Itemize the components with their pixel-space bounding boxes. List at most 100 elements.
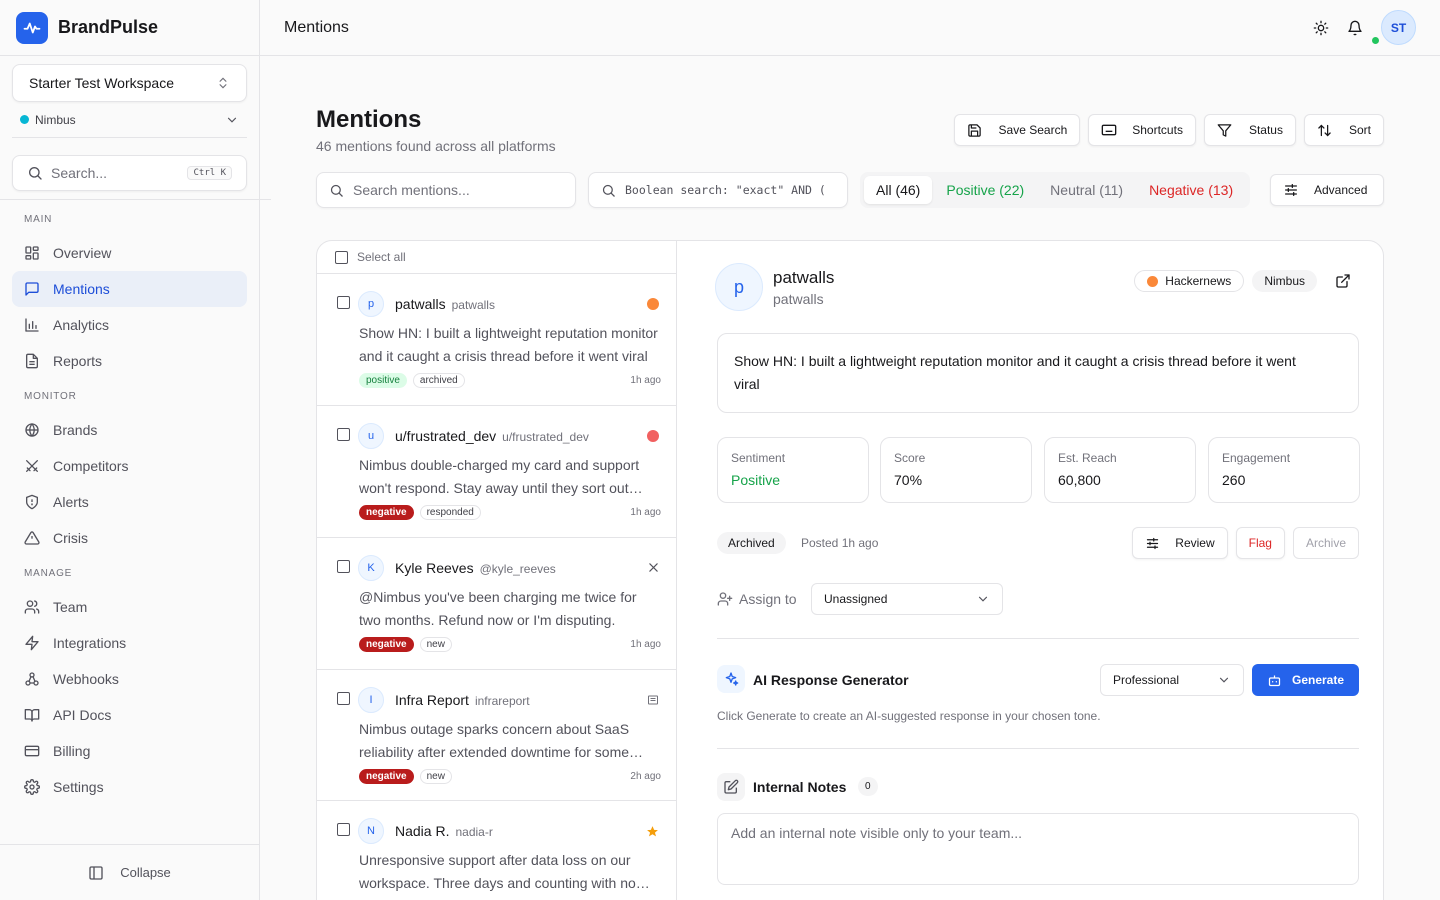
sidebar-item-analytics[interactable]: Analytics xyxy=(12,307,247,343)
sidebar-item-integrations[interactable]: Integrations xyxy=(12,625,247,661)
flag-button[interactable]: Flag xyxy=(1235,527,1285,559)
shortcuts-label: Shortcuts xyxy=(1132,123,1183,137)
sidebar-search-placeholder: Search... xyxy=(51,165,108,181)
tab-positive-label: Positive (22) xyxy=(946,182,1025,198)
sidebar-item-alerts[interactable]: Alerts xyxy=(12,484,247,520)
sentiment-badge: negative xyxy=(359,769,414,784)
stat-value: 70% xyxy=(894,472,923,488)
sidebar-item-settings[interactable]: Settings xyxy=(12,769,247,805)
list-item[interactable]: u u/frustrated_dev u/frustrated_dev Nimbu… xyxy=(317,406,677,538)
tab-neutral-label: Neutral (11) xyxy=(1050,182,1124,198)
gear-icon xyxy=(24,779,40,795)
select-all-checkbox[interactable] xyxy=(335,251,348,264)
page-subtitle: 46 mentions found across all platforms xyxy=(316,138,556,154)
sidebar-item-competitors[interactable]: Competitors xyxy=(12,448,247,484)
open-external-button[interactable] xyxy=(1335,273,1351,289)
generate-button[interactable]: Generate xyxy=(1252,664,1359,696)
sidebar-item-label: Alerts xyxy=(53,494,89,510)
advanced-filters-button[interactable]: Advanced xyxy=(1270,174,1384,206)
shortcuts-button[interactable]: Shortcuts xyxy=(1088,114,1196,146)
list-item[interactable]: N Nadia R. nadia-r Unresponsive support a… xyxy=(317,801,677,900)
tone-select[interactable]: Professional xyxy=(1100,664,1244,696)
sidebar-item-overview[interactable]: Overview xyxy=(12,235,247,271)
tone-value: Professional xyxy=(1113,673,1180,687)
theme-toggle-button[interactable] xyxy=(1313,20,1329,36)
mention-time: 1h ago xyxy=(630,639,661,650)
search-icon xyxy=(602,184,615,197)
posted-time: Posted 1h ago xyxy=(801,536,879,550)
review-button[interactable]: Review xyxy=(1132,527,1228,559)
ai-generator-title: AI Response Generator xyxy=(753,672,909,688)
sidebar-item-crisis[interactable]: Crisis xyxy=(12,520,247,556)
sort-button[interactable]: Sort xyxy=(1303,114,1384,146)
tab-all[interactable]: All (46) xyxy=(864,176,933,204)
sidebar: BrandPulse Starter Test Workspace Nimbus… xyxy=(0,0,271,900)
sliders-icon xyxy=(1285,184,1297,196)
stat-label: Score xyxy=(894,451,926,465)
sidebar-item-label: Settings xyxy=(53,779,104,795)
assign-label: Assign to xyxy=(739,591,797,607)
sidebar-item-label: Billing xyxy=(53,743,91,759)
advanced-label: Advanced xyxy=(1314,183,1368,197)
search-mentions-input[interactable]: Search mentions... xyxy=(316,172,576,208)
sidebar-item-billing[interactable]: Billing xyxy=(12,733,247,769)
item-checkbox[interactable] xyxy=(337,560,350,573)
stat-sentiment: Sentiment Positive xyxy=(717,437,869,503)
stat-score: Score 70% xyxy=(880,437,1032,503)
search-shortcut-badge: Ctrl K xyxy=(187,166,232,180)
notes-icon-wrap xyxy=(717,773,745,801)
mention-text: Nimbus double-charged my card and suppor… xyxy=(359,457,640,496)
note-placeholder: Add an internal note visible only to you… xyxy=(731,825,1023,841)
sidebar-item-api-docs[interactable]: API Docs xyxy=(12,697,247,733)
sidebar-search[interactable]: Search... Ctrl K xyxy=(12,155,247,191)
list-item[interactable]: p patwalls patwalls Show HN: I built a li… xyxy=(317,274,677,406)
sentiment-badge: positive xyxy=(359,373,407,388)
filter-icon xyxy=(1217,123,1232,137)
bell-icon xyxy=(1348,20,1362,35)
collapse-sidebar-button[interactable]: Collapse xyxy=(0,844,259,900)
sidebar-item-brands[interactable]: Brands xyxy=(12,412,247,448)
brand-name: BrandPulse xyxy=(58,17,159,37)
workspace-select[interactable]: Starter Test Workspace xyxy=(12,64,247,102)
author-avatar: N xyxy=(358,818,384,844)
sidebar-item-team[interactable]: Team xyxy=(12,589,247,625)
archive-label: Archive xyxy=(1305,536,1346,550)
sidebar-item-reports[interactable]: Reports xyxy=(12,343,247,379)
tab-all-label: All (46) xyxy=(876,182,921,198)
ai-icon-wrap xyxy=(717,665,745,693)
platform-badge[interactable]: Hackernews xyxy=(1134,270,1245,292)
tab-positive[interactable]: Positive (22) xyxy=(934,176,1036,204)
list-item[interactable]: I Infra Report infrareport Nimbus outage … xyxy=(317,670,677,801)
assignee-select[interactable]: Unassigned xyxy=(811,583,1003,615)
tab-negative[interactable]: Negative (13) xyxy=(1137,176,1245,204)
sidebar-item-mentions[interactable]: Mentions xyxy=(12,271,247,307)
grid-icon xyxy=(25,246,39,260)
brand-badge[interactable]: Nimbus xyxy=(1252,270,1317,292)
author-handle: patwalls xyxy=(451,298,495,312)
item-checkbox[interactable] xyxy=(337,428,350,441)
notifications-button[interactable] xyxy=(1347,20,1363,36)
brand-select[interactable]: Nimbus xyxy=(12,102,247,138)
page-title: Mentions xyxy=(316,106,422,133)
status-filter-button[interactable]: Status xyxy=(1203,114,1296,146)
mention-detail: p patwalls patwalls Hackernews Nimbus Sh… xyxy=(677,241,1383,900)
tab-neutral[interactable]: Neutral (11) xyxy=(1038,176,1135,204)
user-menu[interactable]: ST xyxy=(1372,10,1416,45)
top-bar: Mentions ST xyxy=(260,0,1440,56)
item-checkbox[interactable] xyxy=(337,296,350,309)
sidebar-item-webhooks[interactable]: Webhooks xyxy=(12,661,247,697)
boolean-search-input[interactable]: Boolean search: "exact" AND ( xyxy=(588,172,848,208)
author-avatar: u xyxy=(358,423,384,449)
archive-button[interactable]: Archive xyxy=(1292,527,1359,559)
item-checkbox[interactable] xyxy=(337,823,350,836)
item-checkbox[interactable] xyxy=(337,692,350,705)
internal-note-textarea[interactable]: Add an internal note visible only to you… xyxy=(717,813,1359,885)
mention-time: 1h ago xyxy=(630,507,661,518)
author-name: u/frustrated_dev xyxy=(395,428,497,444)
author-name: Nadia R. xyxy=(395,823,450,839)
brand-header[interactable]: BrandPulse xyxy=(0,0,259,56)
list-item[interactable]: K Kyle Reeves @kyle_reeves @Nimbus you've… xyxy=(317,538,677,670)
save-search-button[interactable]: Save Search xyxy=(953,114,1081,146)
select-all-row[interactable]: Select all xyxy=(317,241,677,274)
stat-reach: Est. Reach 60,800 xyxy=(1044,437,1196,503)
